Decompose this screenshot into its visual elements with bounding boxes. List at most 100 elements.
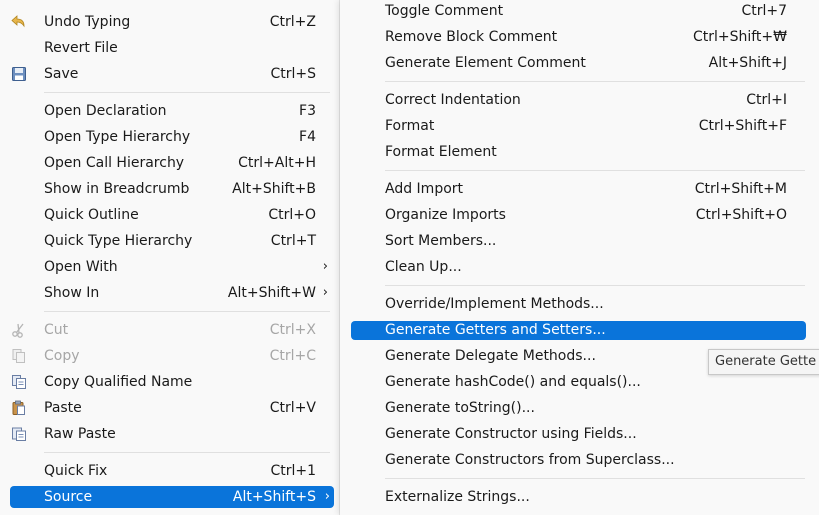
generate-hashcode-equals-label: Generate hashCode() and equals()... <box>385 374 641 390</box>
show-in-breadcrumb-shortcut: Alt+Shift+B <box>232 181 316 197</box>
chevron-right-icon: › <box>322 285 328 300</box>
show-in-breadcrumb-label: Show in Breadcrumb <box>44 181 190 197</box>
submenu-item-sort-members[interactable]: Sort Members... <box>340 228 819 254</box>
raw-paste-icon <box>12 427 26 441</box>
tooltip: Generate Gette <box>708 349 819 375</box>
add-import-label: Add Import <box>385 181 464 197</box>
copy-label: Copy <box>44 348 80 364</box>
separator <box>44 92 330 93</box>
submenu-item-generate-getters-setters[interactable]: Generate Getters and Setters... <box>351 321 806 340</box>
open-call-hierarchy-shortcut: Ctrl+Alt+H <box>238 155 316 171</box>
separator <box>385 478 805 479</box>
context-menu: Undo Typing Ctrl+Z Revert File Save Ctrl… <box>0 0 340 515</box>
submenu-item-toggle-comment[interactable]: Toggle Comment Ctrl+7 <box>340 0 819 24</box>
generate-delegate-methods-label: Generate Delegate Methods... <box>385 348 596 364</box>
submenu-item-externalize-strings[interactable]: Externalize Strings... <box>340 484 819 510</box>
source-submenu: Toggle Comment Ctrl+7 Remove Block Comme… <box>340 0 819 515</box>
correct-indentation-label: Correct Indentation <box>385 92 521 108</box>
submenu-item-format-element[interactable]: Format Element <box>340 139 819 165</box>
separator <box>385 170 805 171</box>
submenu-item-correct-indentation[interactable]: Correct Indentation Ctrl+I <box>340 87 819 113</box>
save-shortcut: Ctrl+S <box>270 66 316 82</box>
generate-element-comment-shortcut: Alt+Shift+J <box>708 55 787 71</box>
menu-item-show-in[interactable]: Show In Alt+Shift+W › <box>0 280 340 306</box>
open-declaration-label: Open Declaration <box>44 103 167 119</box>
menu-item-open-with[interactable]: Open With › <box>0 254 340 280</box>
toggle-comment-shortcut: Ctrl+7 <box>741 3 787 19</box>
generate-element-comment-label: Generate Element Comment <box>385 55 586 71</box>
add-import-shortcut: Ctrl+Shift+M <box>694 181 787 197</box>
submenu-item-generate-element-comment[interactable]: Generate Element Comment Alt+Shift+J <box>340 50 819 76</box>
menu-item-cut[interactable]: Cut Ctrl+X <box>0 317 340 343</box>
menu-item-undo-typing[interactable]: Undo Typing Ctrl+Z <box>0 9 340 35</box>
open-with-label: Open With <box>44 259 118 275</box>
menu-item-quick-type-hierarchy[interactable]: Quick Type Hierarchy Ctrl+T <box>0 228 340 254</box>
separator <box>44 311 330 312</box>
undo-arrow-icon <box>11 15 25 28</box>
paste-label: Paste <box>44 400 82 416</box>
separator <box>385 285 805 286</box>
menu-item-quick-outline[interactable]: Quick Outline Ctrl+O <box>0 202 340 228</box>
menu-item-paste[interactable]: Paste Ctrl+V <box>0 395 340 421</box>
menu-item-raw-paste[interactable]: Raw Paste <box>0 421 340 447</box>
remove-block-comment-label: Remove Block Comment <box>385 29 558 45</box>
format-element-label: Format Element <box>385 144 497 160</box>
format-label: Format <box>385 118 435 134</box>
chevron-right-icon: › <box>322 259 328 274</box>
cut-label: Cut <box>44 322 69 338</box>
undo-typing-shortcut: Ctrl+Z <box>269 14 316 30</box>
remove-block-comment-shortcut: Ctrl+Shift+₩ <box>692 29 787 45</box>
menu-item-save[interactable]: Save Ctrl+S <box>0 61 340 87</box>
raw-paste-label: Raw Paste <box>44 426 116 442</box>
sort-members-label: Sort Members... <box>385 233 497 249</box>
submenu-item-generate-constructor-fields[interactable]: Generate Constructor using Fields... <box>340 421 819 447</box>
override-implement-methods-label: Override/Implement Methods... <box>385 296 604 312</box>
generate-tostring-label: Generate toString()... <box>385 400 535 416</box>
quick-type-hierarchy-label: Quick Type Hierarchy <box>44 233 193 249</box>
menu-item-copy-qualified-name[interactable]: Copy Qualified Name <box>0 369 340 395</box>
submenu-item-generate-constructors-superclass[interactable]: Generate Constructors from Superclass... <box>340 447 819 473</box>
organize-imports-label: Organize Imports <box>385 207 506 223</box>
menu-item-quick-fix[interactable]: Quick Fix Ctrl+1 <box>0 458 340 484</box>
format-shortcut: Ctrl+Shift+F <box>698 118 787 134</box>
show-in-label: Show In <box>44 285 100 301</box>
menu-item-source[interactable]: Source Alt+Shift+S › <box>10 486 334 508</box>
show-in-shortcut: Alt+Shift+W <box>227 285 316 301</box>
submenu-item-clean-up[interactable]: Clean Up... <box>340 254 819 280</box>
submenu-item-add-import[interactable]: Add Import Ctrl+Shift+M <box>340 176 819 202</box>
menu-item-open-declaration[interactable]: Open Declaration F3 <box>0 98 340 124</box>
organize-imports-shortcut: Ctrl+Shift+O <box>695 207 787 223</box>
quick-outline-label: Quick Outline <box>44 207 139 223</box>
menu-item-open-type-hierarchy[interactable]: Open Type Hierarchy F4 <box>0 124 340 150</box>
separator <box>385 81 805 82</box>
save-label: Save <box>44 66 79 82</box>
paste-shortcut: Ctrl+V <box>269 400 316 416</box>
submenu-item-organize-imports[interactable]: Organize Imports Ctrl+Shift+O <box>340 202 819 228</box>
submenu-item-override-implement-methods[interactable]: Override/Implement Methods... <box>340 291 819 317</box>
correct-indentation-shortcut: Ctrl+I <box>746 92 787 108</box>
generate-getters-setters-label: Generate Getters and Setters... <box>385 322 606 338</box>
open-call-hierarchy-label: Open Call Hierarchy <box>44 155 185 171</box>
open-declaration-shortcut: F3 <box>299 103 316 119</box>
copy-shortcut: Ctrl+C <box>269 348 316 364</box>
open-type-hierarchy-shortcut: F4 <box>299 129 316 145</box>
quick-type-hierarchy-shortcut: Ctrl+T <box>270 233 316 249</box>
submenu-item-format[interactable]: Format Ctrl+Shift+F <box>340 113 819 139</box>
undo-typing-label: Undo Typing <box>44 14 131 30</box>
quick-outline-shortcut: Ctrl+O <box>268 207 316 223</box>
menu-item-copy[interactable]: Copy Ctrl+C <box>0 343 340 369</box>
externalize-strings-label: Externalize Strings... <box>385 489 530 505</box>
source-shortcut: Alt+Shift+S <box>232 489 316 505</box>
floppy-disk-icon <box>12 67 26 81</box>
menu-item-show-in-breadcrumb[interactable]: Show in Breadcrumb Alt+Shift+B <box>0 176 340 202</box>
quick-fix-shortcut: Ctrl+1 <box>270 463 316 479</box>
menu-item-revert-file[interactable]: Revert File <box>0 35 340 61</box>
chevron-right-icon: › <box>324 489 330 504</box>
submenu-item-remove-block-comment[interactable]: Remove Block Comment Ctrl+Shift+₩ <box>340 24 819 50</box>
clean-up-label: Clean Up... <box>385 259 462 275</box>
generate-constructors-superclass-label: Generate Constructors from Superclass... <box>385 452 675 468</box>
submenu-item-generate-tostring[interactable]: Generate toString()... <box>340 395 819 421</box>
quick-fix-label: Quick Fix <box>44 463 108 479</box>
clipboard-paste-icon <box>12 400 25 415</box>
menu-item-open-call-hierarchy[interactable]: Open Call Hierarchy Ctrl+Alt+H <box>0 150 340 176</box>
